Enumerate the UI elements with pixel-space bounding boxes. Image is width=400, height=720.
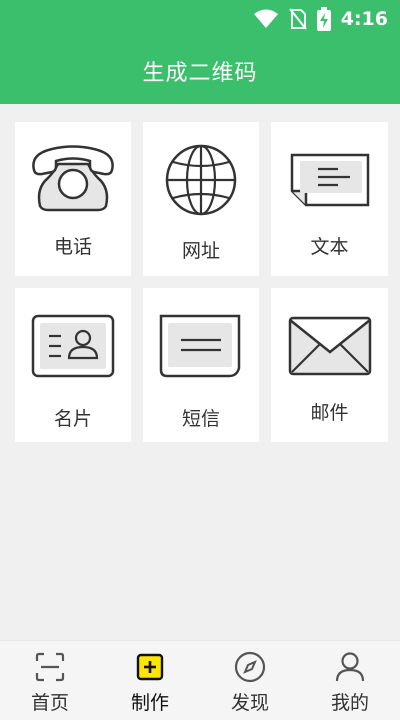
business-card-icon	[31, 314, 115, 378]
qr-type-grid: 电话 网址 文本 名片 短信 邮件	[15, 122, 388, 442]
tile-label: 名片	[53, 408, 92, 430]
tile-label: 文本	[310, 236, 349, 258]
app-bar: 生成二维码	[0, 38, 400, 104]
status-time: 4:16	[340, 8, 388, 30]
tile-email[interactable]: 邮件	[271, 288, 388, 442]
telephone-icon	[32, 145, 114, 212]
envelope-icon	[288, 316, 371, 376]
text-note-icon	[290, 153, 369, 207]
nav-item-create[interactable]: 制作	[100, 641, 200, 720]
wifi-icon	[253, 9, 278, 28]
tile-sms[interactable]: 短信	[143, 288, 259, 442]
nav-label: 发现	[230, 692, 269, 714]
page-title: 生成二维码	[142, 61, 258, 86]
nav-item-profile[interactable]: 我的	[300, 641, 400, 720]
no-sim-icon	[288, 8, 307, 30]
tile-label: 邮件	[310, 402, 349, 424]
tile-label: 短信	[181, 408, 220, 430]
tile-text[interactable]: 文本	[271, 122, 388, 276]
tile-url[interactable]: 网址	[143, 122, 259, 276]
status-bar: 4:16	[0, 0, 400, 38]
user-icon	[335, 652, 365, 682]
tile-card[interactable]: 名片	[15, 288, 131, 442]
create-plus-icon	[136, 653, 164, 681]
nav-item-discover[interactable]: 发现	[200, 641, 300, 720]
compass-icon	[234, 651, 266, 683]
tile-label: 网址	[181, 240, 220, 262]
nav-item-home[interactable]: 首页	[0, 641, 100, 720]
nav-label: 首页	[30, 692, 69, 714]
globe-icon	[165, 144, 237, 216]
nav-label: 制作	[130, 692, 169, 714]
sms-icon	[159, 314, 241, 378]
battery-charging-icon	[316, 7, 331, 31]
tile-label: 电话	[53, 236, 92, 258]
bottom-nav: 首页 制作 发现 我的	[0, 640, 400, 720]
nav-label: 我的	[330, 692, 369, 714]
tile-phone[interactable]: 电话	[15, 122, 131, 276]
scan-icon	[35, 652, 65, 682]
